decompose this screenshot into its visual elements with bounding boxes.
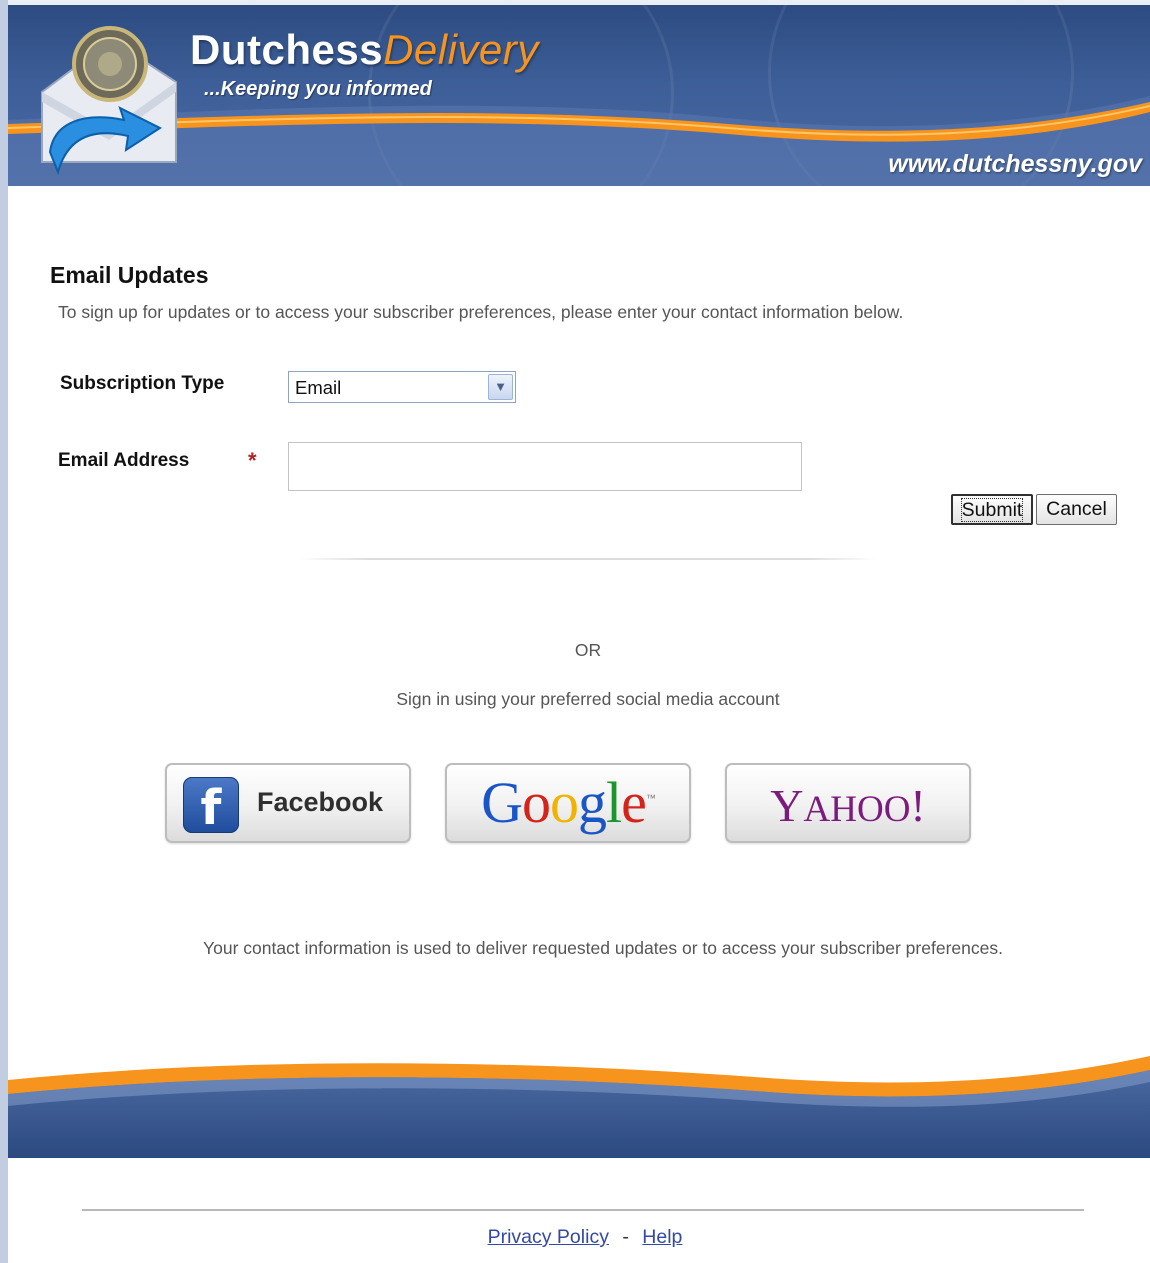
subscription-type-value: Email — [295, 377, 342, 398]
yahoo-logo-letter: H — [830, 789, 857, 830]
subscription-type-select[interactable]: Email ▼ — [288, 371, 516, 403]
google-signin-button[interactable]: Google™ — [445, 763, 691, 843]
tagline: ...Keeping you informed — [204, 78, 432, 100]
yahoo-logo-letter: O — [856, 789, 884, 830]
google-logo: Google™ — [447, 769, 689, 836]
privacy-policy-link[interactable]: Privacy Policy — [488, 1226, 609, 1248]
footer-separator: - — [622, 1226, 629, 1248]
footer-links: Privacy Policy - Help — [0, 1226, 1150, 1249]
yahoo-logo-letter: A — [803, 789, 831, 830]
yahoo-logo-letter: Y — [770, 780, 804, 831]
google-logo-letter: o — [522, 770, 551, 835]
cancel-button[interactable]: Cancel — [1036, 494, 1117, 525]
page-title: Email Updates — [50, 262, 209, 288]
privacy-disclaimer: Your contact information is used to deli… — [203, 938, 1003, 958]
google-logo-letter: g — [578, 770, 607, 835]
google-logo-letter: l — [606, 770, 622, 835]
help-link[interactable]: Help — [642, 1226, 682, 1248]
submit-button-label: Submit — [960, 498, 1024, 522]
yahoo-signin-button[interactable]: YAHOO! — [725, 763, 971, 843]
required-marker: * — [248, 448, 257, 473]
brand-title: DutchessDelivery — [190, 26, 539, 74]
social-signin-prompt: Sign in using your preferred social medi… — [396, 689, 780, 709]
yahoo-logo: YAHOO! — [727, 779, 969, 832]
footer-banner — [8, 1040, 1150, 1158]
chevron-down-icon[interactable]: ▼ — [488, 374, 513, 400]
header-banner: DutchessDelivery ...Keeping you informed… — [8, 0, 1150, 186]
footer-divider — [82, 1209, 1084, 1211]
google-logo-letter: G — [481, 770, 523, 835]
yahoo-logo-letter: O — [883, 789, 911, 830]
facebook-label: Facebook — [257, 787, 384, 817]
brand-first-word: Dutchess — [190, 26, 384, 73]
or-separator: OR — [574, 640, 602, 660]
subscription-type-label: Subscription Type — [60, 373, 225, 394]
site-url: www.dutchessny.gov — [888, 150, 1142, 178]
facebook-icon: f — [183, 777, 239, 836]
submit-button[interactable]: Submit — [951, 494, 1033, 525]
facebook-signin-button[interactable]: f Facebook — [165, 763, 411, 843]
google-trademark-mark: ™ — [645, 793, 656, 805]
left-rail — [0, 0, 8, 1263]
yahoo-logo-letter: ! — [910, 780, 926, 831]
email-field[interactable] — [288, 442, 802, 491]
google-logo-letter: e — [621, 770, 647, 835]
intro-text: To sign up for updates or to access your… — [58, 302, 904, 322]
brand-second-word: Delivery — [383, 26, 539, 73]
email-address-label: Email Address — [58, 450, 190, 471]
divider — [300, 558, 876, 560]
envelope-with-seal-logo — [41, 26, 177, 176]
google-logo-letter: o — [550, 770, 579, 835]
footer-swoosh — [8, 1056, 1150, 1158]
